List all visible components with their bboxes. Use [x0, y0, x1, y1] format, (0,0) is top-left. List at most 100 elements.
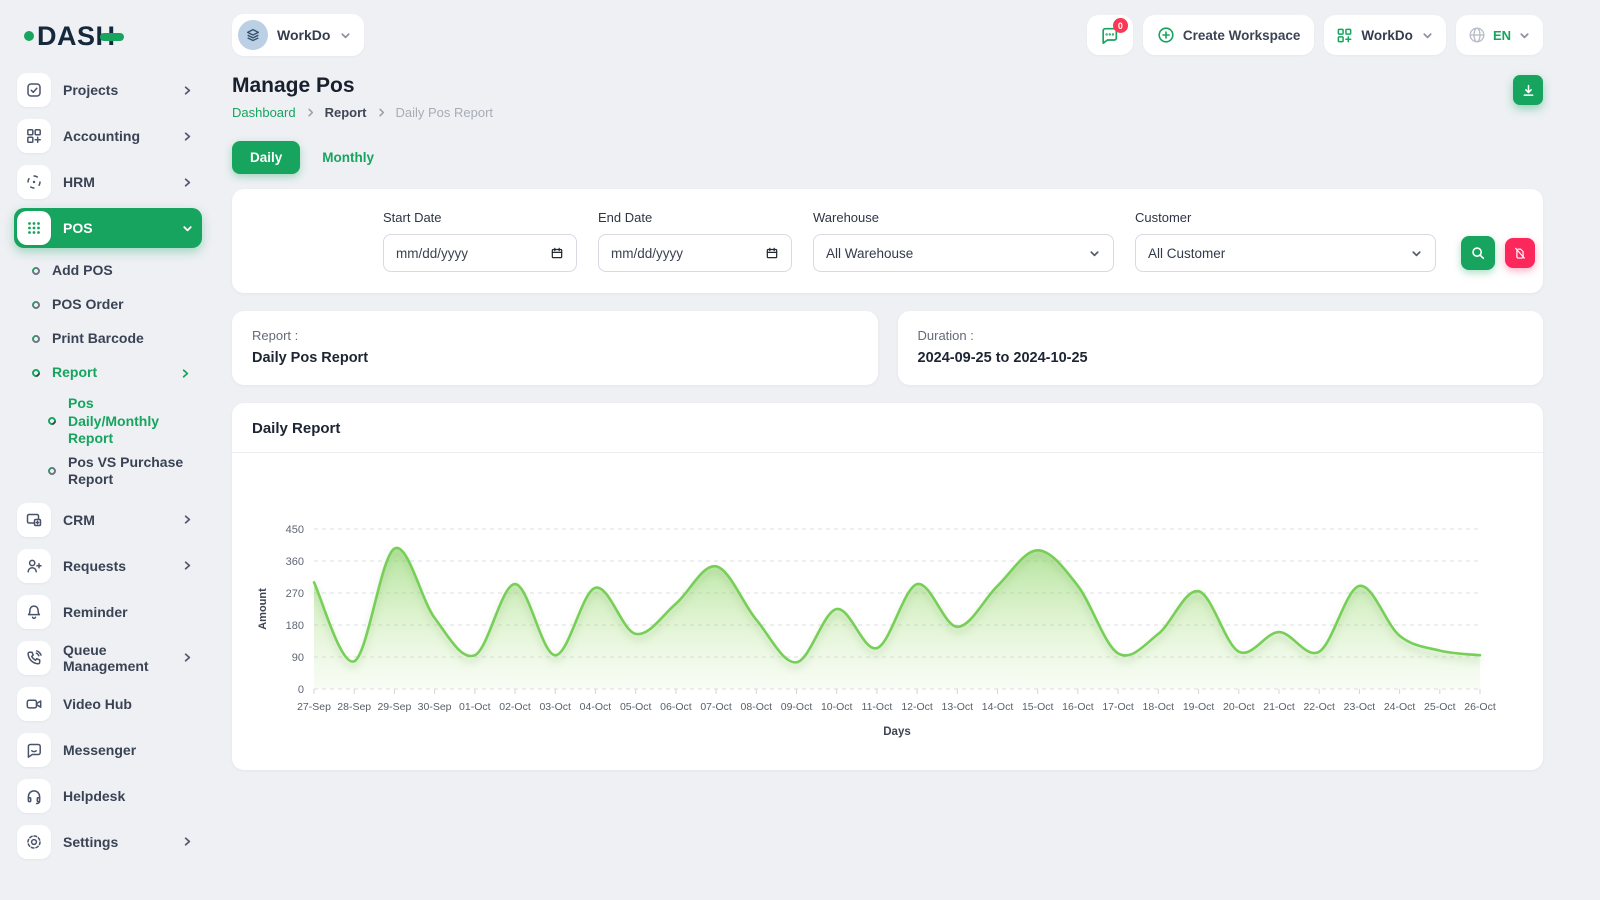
svg-text:17-Oct: 17-Oct	[1102, 701, 1134, 713]
svg-text:06-Oct: 06-Oct	[660, 701, 692, 713]
svg-text:07-Oct: 07-Oct	[700, 701, 732, 713]
end-date-label: End Date	[598, 210, 792, 225]
svg-text:13-Oct: 13-Oct	[942, 701, 974, 713]
file-off-icon	[1513, 246, 1527, 260]
report-label: Report :	[252, 328, 858, 343]
messages-badge: 0	[1113, 18, 1128, 33]
svg-text:03-Oct: 03-Oct	[539, 701, 571, 713]
create-workspace-label: Create Workspace	[1183, 28, 1301, 43]
sidebar-item-print-barcode[interactable]: Print Barcode	[32, 322, 202, 356]
svg-text:270: 270	[286, 588, 304, 600]
sidebar-item-video-hub[interactable]: Video Hub	[14, 684, 202, 724]
svg-text:15-Oct: 15-Oct	[1022, 701, 1054, 713]
warehouse-label: Warehouse	[813, 210, 1114, 225]
svg-text:26-Oct: 26-Oct	[1464, 701, 1496, 713]
sidebar-item-requests[interactable]: Requests	[14, 546, 202, 586]
svg-text:23-Oct: 23-Oct	[1344, 701, 1376, 713]
start-date-input[interactable]: mm/dd/yyyy	[383, 234, 577, 272]
create-workspace-button[interactable]: Create Workspace	[1143, 15, 1315, 55]
sidebar-item-messenger[interactable]: Messenger	[14, 730, 202, 770]
svg-text:20-Oct: 20-Oct	[1223, 701, 1255, 713]
sidebar-item-pos-order[interactable]: POS Order	[32, 288, 202, 322]
bullet-icon	[30, 299, 41, 310]
svg-text:0: 0	[298, 684, 304, 696]
svg-text:24-Oct: 24-Oct	[1384, 701, 1416, 713]
breadcrumb: Dashboard Report Daily Pos Report	[232, 105, 1543, 120]
svg-text:19-Oct: 19-Oct	[1183, 701, 1215, 713]
breadcrumb-dashboard[interactable]: Dashboard	[232, 105, 296, 120]
area-series	[314, 548, 1480, 689]
workspace-dropdown-label: WorkDo	[1361, 28, 1413, 43]
sidebar-item-queue-management[interactable]: Queue Management	[14, 638, 202, 678]
circle-plus-icon	[1157, 26, 1175, 44]
breadcrumb-report[interactable]: Report	[325, 105, 367, 120]
layers-icon	[245, 27, 261, 43]
bullet-icon	[46, 416, 57, 427]
sidebar-item-pos-vs-purchase-report[interactable]: Pos VS Purchase Report	[48, 451, 202, 492]
svg-text:25-Oct: 25-Oct	[1424, 701, 1456, 713]
svg-text:11-Oct: 11-Oct	[862, 701, 893, 713]
page-title: Manage Pos	[232, 74, 1543, 98]
report-period-tabs: Daily Monthly	[232, 141, 1543, 174]
sidebar-item-reminder[interactable]: Reminder	[14, 592, 202, 632]
sidebar-item-pos[interactable]: POS	[14, 208, 202, 248]
app-logo[interactable]: DASH	[24, 18, 202, 54]
end-date-input[interactable]: mm/dd/yyyy	[598, 234, 792, 272]
main-content: WorkDo 0 Create Workspace WorkDo	[212, 0, 1600, 770]
svg-text:360: 360	[286, 556, 304, 568]
focus-icon	[25, 173, 43, 191]
gear-icon	[25, 833, 43, 851]
tab-daily[interactable]: Daily	[232, 141, 300, 174]
warehouse-select[interactable]: All Warehouse	[813, 234, 1114, 272]
download-report-button[interactable]	[1513, 75, 1543, 105]
customer-field: Customer All Customer	[1135, 210, 1436, 272]
language-selector[interactable]: EN	[1456, 15, 1543, 55]
svg-text:29-Sep: 29-Sep	[377, 701, 411, 713]
phone-call-icon	[25, 649, 43, 667]
duration-value: 2024-09-25 to 2024-10-25	[918, 350, 1524, 366]
svg-text:180: 180	[286, 620, 304, 632]
chevron-right-icon	[181, 559, 194, 572]
dots-grid-icon	[25, 219, 43, 237]
search-button[interactable]	[1461, 236, 1495, 270]
globe-icon	[1468, 26, 1486, 44]
svg-text:10-Oct: 10-Oct	[821, 701, 853, 713]
sidebar-item-projects[interactable]: Projects	[14, 70, 202, 110]
workspace-dropdown[interactable]: WorkDo	[1324, 15, 1446, 55]
bullet-icon	[46, 465, 57, 476]
sidebar-item-accounting[interactable]: Accounting	[14, 116, 202, 156]
reset-filter-button[interactable]	[1505, 238, 1535, 268]
chevron-right-icon	[181, 84, 194, 97]
chevron-down-icon	[1518, 29, 1531, 42]
devices-icon	[25, 511, 43, 529]
start-date-field: Start Date mm/dd/yyyy	[383, 210, 577, 272]
customer-select[interactable]: All Customer	[1135, 234, 1436, 272]
chevron-down-icon	[1088, 247, 1101, 260]
user-plus-icon	[25, 557, 43, 575]
logo-dot-icon	[24, 31, 34, 41]
sidebar-item-crm[interactable]: CRM	[14, 500, 202, 540]
chevron-right-icon	[181, 130, 194, 143]
sidebar-item-settings[interactable]: Settings	[14, 822, 202, 862]
workspace-selector[interactable]: WorkDo	[232, 14, 364, 56]
sidebar-item-hrm[interactable]: HRM	[14, 162, 202, 202]
chevron-right-icon	[181, 176, 194, 189]
grid-plus-icon	[25, 127, 43, 145]
messages-button[interactable]: 0	[1087, 15, 1133, 55]
customer-label: Customer	[1135, 210, 1436, 225]
workspace-name: WorkDo	[277, 27, 330, 43]
tab-monthly[interactable]: Monthly	[310, 141, 386, 174]
language-code: EN	[1493, 28, 1511, 43]
sidebar-item-helpdesk[interactable]: Helpdesk	[14, 776, 202, 816]
chart-title: Daily Report	[252, 420, 1523, 437]
sidebar-item-report[interactable]: Report	[32, 356, 202, 390]
svg-text:01-Oct: 01-Oct	[459, 701, 491, 713]
bullet-icon	[30, 265, 41, 276]
sidebar-item-add-pos[interactable]: Add POS	[32, 254, 202, 288]
svg-text:12-Oct: 12-Oct	[901, 701, 933, 713]
chevron-right-icon	[305, 107, 316, 118]
logo-dash-icon	[100, 33, 124, 41]
chevron-right-icon	[181, 835, 194, 848]
sidebar-item-pos-daily-monthly-report[interactable]: Pos Daily/Monthly Report	[48, 392, 202, 451]
calendar-icon	[765, 246, 779, 260]
